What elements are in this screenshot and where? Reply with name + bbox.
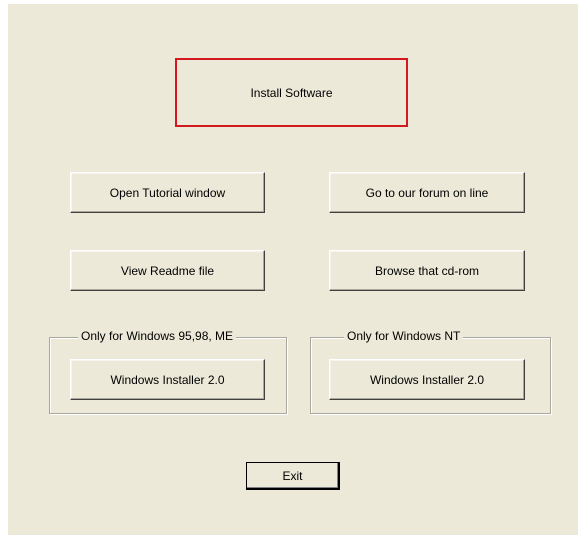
install-software-button[interactable]: Install Software <box>175 58 408 127</box>
browse-cdrom-label: Browse that cd-rom <box>374 263 480 278</box>
view-readme-button[interactable]: View Readme file <box>70 250 265 291</box>
forum-online-label: Go to our forum on line <box>365 185 489 200</box>
installer-window: Install Software Open Tutorial window Go… <box>8 4 580 535</box>
browse-cdrom-button[interactable]: Browse that cd-rom <box>329 250 525 291</box>
windows-installer-nt-button[interactable]: Windows Installer 2.0 <box>329 359 525 400</box>
windows-installer-9x-button[interactable]: Windows Installer 2.0 <box>70 359 265 400</box>
open-tutorial-label: Open Tutorial window <box>109 185 226 200</box>
view-readme-label: View Readme file <box>120 263 215 278</box>
exit-button[interactable]: Exit <box>246 462 340 490</box>
group-windows-nt-legend: Only for Windows NT <box>344 329 464 343</box>
open-tutorial-button[interactable]: Open Tutorial window <box>70 172 265 213</box>
forum-online-button[interactable]: Go to our forum on line <box>329 172 525 213</box>
install-software-label: Install Software <box>250 85 333 100</box>
windows-installer-nt-label: Windows Installer 2.0 <box>369 372 485 387</box>
group-windows-9x-legend: Only for Windows 95,98, ME <box>78 329 237 343</box>
exit-label: Exit <box>282 468 303 483</box>
windows-installer-9x-label: Windows Installer 2.0 <box>110 372 225 387</box>
